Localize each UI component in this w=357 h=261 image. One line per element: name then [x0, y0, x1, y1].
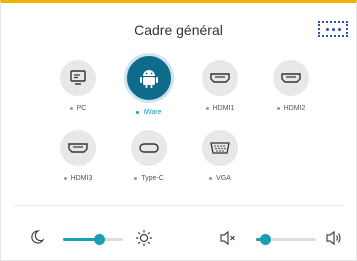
source-label: HDMI3 — [43, 175, 113, 182]
speaker-mute-icon[interactable] — [219, 230, 237, 246]
android-icon — [140, 70, 158, 88]
speaker-loud-icon[interactable] — [325, 230, 343, 246]
source-label: HDMI1 — [185, 105, 255, 112]
source-icon-bg — [60, 130, 96, 166]
source-icon-bg — [131, 130, 167, 166]
source-label-text: HDMI2 — [283, 105, 306, 112]
source-label-text: HDMI1 — [212, 105, 235, 112]
panel-title: Cadre général — [134, 22, 223, 38]
source-icon-bg — [273, 60, 309, 96]
source-label-text: HDMI3 — [70, 175, 93, 182]
source-label: iWare — [114, 109, 184, 116]
source-label: PC — [43, 105, 113, 112]
source-icon-bg — [202, 130, 238, 166]
source-hdmi2[interactable]: HDMI2 — [256, 60, 326, 112]
source-hdmi1[interactable]: HDMI1 — [185, 60, 255, 112]
hdmi-port-icon — [68, 143, 88, 153]
brightness-handle[interactable] — [94, 234, 105, 245]
monitor-icon — [70, 70, 86, 85]
source-icon-bg — [202, 60, 238, 96]
status-dot — [209, 176, 213, 180]
source-label: HDMI2 — [256, 105, 326, 112]
source-panel: Cadre général PC iWare HDMI1 HDMI2 HDMI3 — [0, 0, 357, 261]
status-dot — [205, 106, 209, 110]
source-vga[interactable]: VGA — [185, 130, 255, 182]
status-dot — [136, 110, 140, 114]
source-label-text: Type-C — [141, 175, 164, 182]
dot — [337, 27, 341, 31]
source-icon-bg-active — [124, 53, 174, 103]
status-dot — [63, 176, 67, 180]
source-pc[interactable]: PC — [43, 60, 113, 112]
source-label: Type-C — [114, 175, 184, 182]
source-type-c[interactable]: Type-C — [114, 130, 184, 182]
hdmi-port-icon — [210, 73, 230, 83]
dot — [331, 27, 335, 31]
status-dot — [134, 176, 138, 180]
dot — [325, 27, 329, 31]
sun-icon — [136, 230, 152, 246]
status-dot — [69, 106, 73, 110]
source-icon-bg — [60, 60, 96, 96]
moon-icon — [31, 230, 45, 244]
hdmi-port-icon — [281, 73, 301, 83]
divider — [13, 205, 344, 206]
source-label-text: VGA — [216, 175, 231, 182]
brightness-slider[interactable] — [63, 234, 123, 245]
vga-port-icon — [210, 142, 230, 154]
volume-slider[interactable] — [256, 234, 316, 245]
source-label-text: PC — [76, 105, 87, 112]
source-iware[interactable]: iWare — [114, 53, 184, 116]
source-hdmi3[interactable]: HDMI3 — [43, 130, 113, 182]
usb-c-port-icon — [139, 143, 159, 153]
status-dot — [276, 106, 280, 110]
source-label-text: iWare — [143, 109, 162, 116]
more-options-button[interactable] — [318, 21, 348, 37]
volume-handle[interactable] — [260, 234, 271, 245]
source-label: VGA — [185, 175, 255, 182]
